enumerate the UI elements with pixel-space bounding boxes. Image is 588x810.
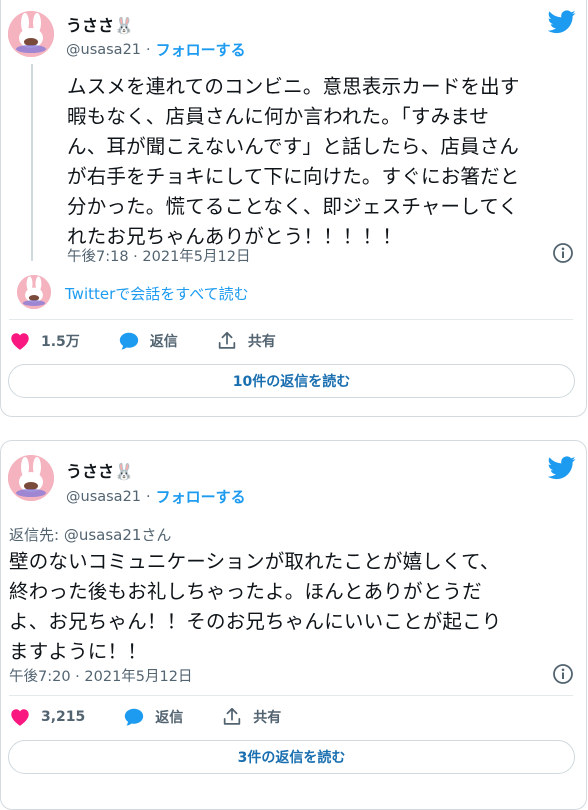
tweet-timestamp[interactable]: 午後7:18 · 2021年5月12日 [67, 245, 250, 266]
read-replies-button[interactable]: 3件の返信を読む [8, 740, 575, 774]
twitter-bird-icon[interactable] [548, 456, 576, 480]
tweet-text: ムスメを連れてのコンビニ。意思表示カードを出す 暇もなく、店員さんに何か言われた… [67, 72, 582, 252]
heart-icon [11, 709, 29, 726]
tweet-line: 暇もなく、店員さんに何か言われた。「すみませ [67, 105, 490, 128]
twitter-bird-icon[interactable] [548, 10, 576, 34]
tweet-text: 壁のないコミュニケーションが取れたことが嬉しくて、 終わった後もお礼しちゃったよ… [9, 547, 584, 667]
avatar[interactable] [8, 455, 54, 501]
divider [9, 695, 573, 696]
info-icon[interactable] [552, 242, 574, 264]
author-handle[interactable]: @usasa21 [66, 42, 141, 58]
meta-separator: · [146, 488, 151, 505]
like-count: 3,215 [41, 709, 86, 725]
reply-bubble-icon [125, 708, 144, 726]
tweet-timestamp[interactable]: 午後7:20 · 2021年5月12日 [9, 665, 192, 686]
author-meta: @usasa21 · フォローする [66, 486, 246, 507]
avatar[interactable] [8, 11, 54, 57]
tweet-line: 終わった後もお礼しちゃったよ。ほんとありがとうだ [9, 580, 482, 603]
share-action[interactable]: 共有 [216, 330, 276, 352]
read-replies-button[interactable]: 10件の返信を読む [8, 364, 575, 398]
conversation-avatar[interactable] [17, 275, 51, 309]
heart-icon [11, 333, 29, 350]
tweet-line: ムスメを連れてのコンビニ。意思表示カードを出す [67, 75, 520, 98]
avatar-rabbit-image [8, 11, 54, 57]
action-bar: 1.5万 返信 共有 [9, 330, 276, 352]
tweet-line: が右手をチョキにして下に向けた。すぐにお箸だと [67, 165, 520, 188]
author-meta: @usasa21 · フォローする [66, 39, 246, 60]
author-name[interactable]: うささ🐰 [66, 12, 134, 36]
reply-action[interactable]: 返信 [118, 330, 178, 352]
share-label: 共有 [253, 710, 282, 726]
share-icon [218, 331, 236, 349]
avatar-rabbit-image [8, 455, 54, 501]
like-action[interactable]: 1.5万 [9, 330, 80, 352]
read-conversation-link[interactable]: Twitterで会話をすべて読む [65, 283, 249, 304]
reply-action[interactable]: 返信 [123, 706, 183, 728]
reply-label: 返信 [149, 334, 178, 350]
author-handle[interactable]: @usasa21 [66, 489, 141, 505]
share-action[interactable]: 共有 [221, 706, 281, 728]
tweet-line: よ、お兄ちゃん！！そのお兄ちゃんにいいことが起こり [9, 610, 502, 633]
divider [9, 319, 573, 320]
meta-separator: · [146, 41, 151, 58]
thread-line [31, 64, 33, 261]
follow-button[interactable]: フォローする [156, 39, 246, 60]
share-icon [224, 707, 241, 725]
reply-label: 返信 [155, 710, 184, 726]
like-count: 1.5万 [41, 334, 80, 350]
tweet-line: ますように！！ [9, 640, 147, 663]
tweet-card-1: うささ🐰 @usasa21 · フォローする ムスメを連れてのコンビニ。意思表示… [0, 0, 587, 417]
like-action[interactable]: 3,215 [9, 706, 85, 728]
reply-to-prefix: 返信先: [9, 526, 64, 544]
share-label: 共有 [247, 334, 276, 350]
tweet-card-2: うささ🐰 @usasa21 · フォローする 返信先: @usasa21さん 壁… [0, 440, 587, 810]
avatar-rabbit-image [17, 275, 51, 309]
reply-to: 返信先: @usasa21さん [9, 524, 171, 545]
tweet-line: 壁のないコミュニケーションが取れたことが嬉しくて、 [9, 550, 500, 573]
info-icon[interactable] [552, 663, 574, 685]
reply-to-handle[interactable]: @usasa21さん [64, 526, 172, 544]
action-bar: 3,215 返信 共有 [9, 706, 281, 728]
reply-bubble-icon [119, 332, 138, 350]
author-name[interactable]: うささ🐰 [66, 458, 134, 482]
tweet-line: 分かった。慌てることなく、即ジェスチャーしてく [67, 195, 519, 218]
tweet-line: ん、耳が聞こえないんです」と話したら、店員さん [67, 135, 520, 158]
follow-button[interactable]: フォローする [156, 486, 246, 507]
